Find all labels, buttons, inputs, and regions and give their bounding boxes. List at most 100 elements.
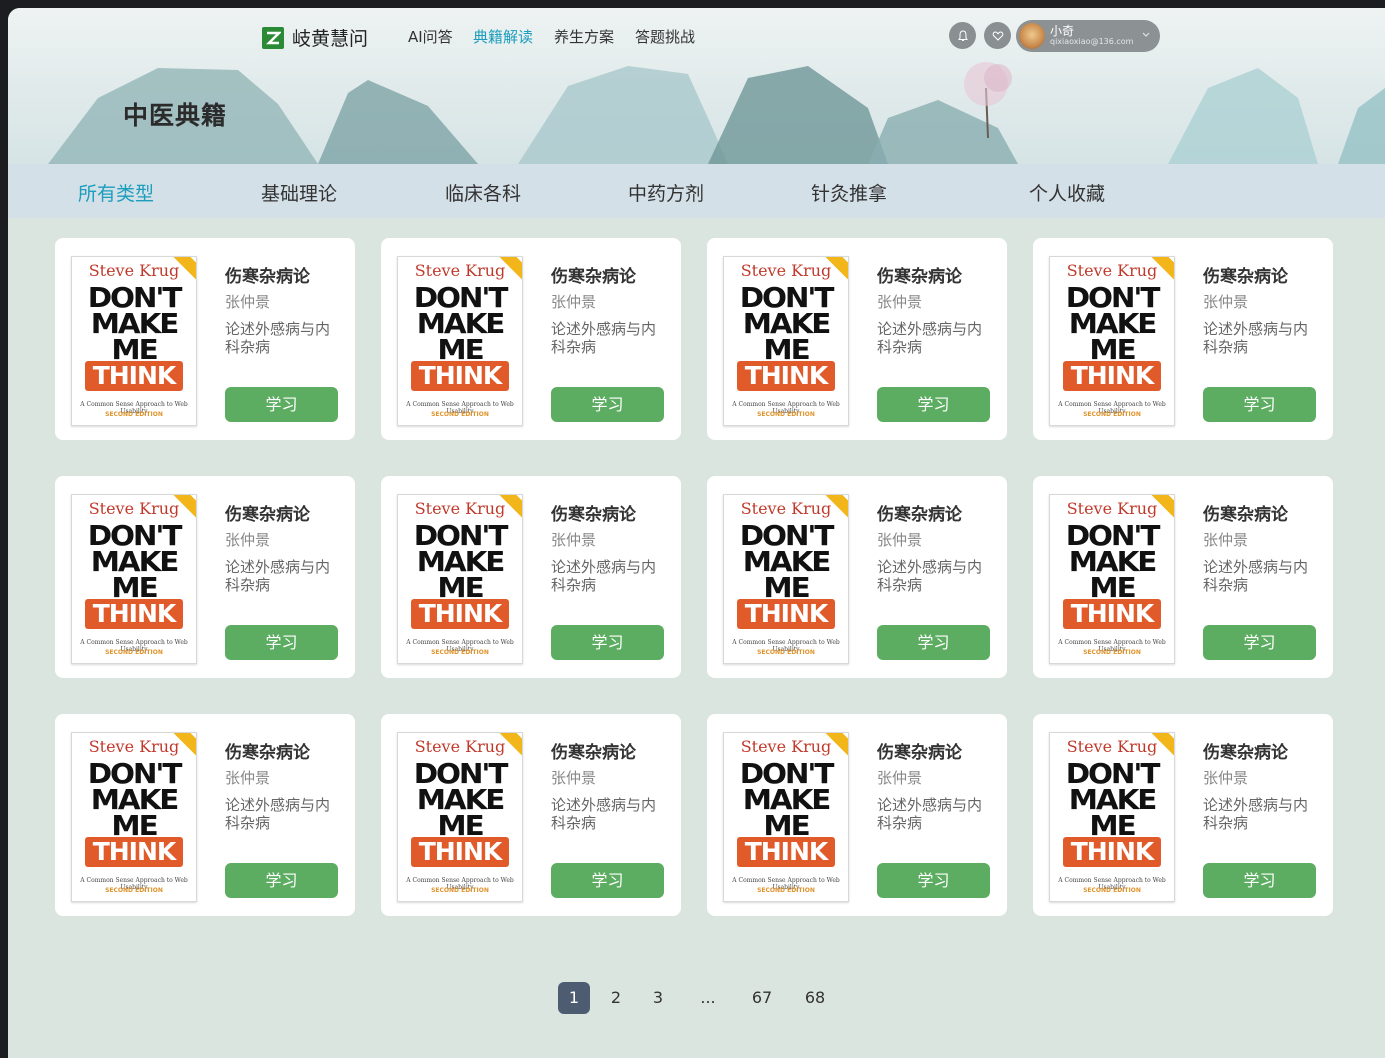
page-button[interactable]: 68: [801, 982, 829, 1014]
nav-item-health-plan[interactable]: 养生方案: [554, 26, 614, 47]
book-title: 伤寒杂病论: [551, 267, 636, 287]
cover-author: Steve Krug: [740, 499, 832, 518]
chevron-down-icon: [1142, 32, 1150, 37]
book-card[interactable]: Steve Krug DON'T MAKE ME THINK A Common …: [381, 714, 681, 916]
tab-herbal-formulas[interactable]: 中药方剂: [628, 179, 704, 206]
book-author: 张仲景: [551, 531, 597, 549]
book-card[interactable]: Steve Krug DON'T MAKE ME THINK A Common …: [1033, 714, 1333, 916]
book-cover[interactable]: Steve Krug DON'T MAKE ME THINK A Common …: [1049, 494, 1175, 664]
book-description: 论述外感病与内科杂病: [225, 320, 331, 356]
book-title: 伤寒杂病论: [877, 743, 962, 763]
study-button[interactable]: 学习: [1203, 863, 1316, 898]
book-card[interactable]: Steve Krug DON'T MAKE ME THINK A Common …: [381, 476, 681, 678]
cover-author: Steve Krug: [88, 499, 180, 518]
study-button[interactable]: 学习: [225, 863, 338, 898]
book-author: 张仲景: [225, 293, 271, 311]
avatar: [1019, 23, 1045, 49]
book-title: 伤寒杂病论: [551, 743, 636, 763]
book-author: 张仲景: [225, 531, 271, 549]
book-cover[interactable]: Steve Krug DON'T MAKE ME THINK A Common …: [1049, 732, 1175, 902]
study-button[interactable]: 学习: [551, 387, 664, 422]
book-card[interactable]: Steve Krug DON'T MAKE ME THINK A Common …: [707, 714, 1007, 916]
book-cover[interactable]: Steve Krug DON'T MAKE ME THINK A Common …: [723, 494, 849, 664]
pagination: 1 2 3 ... 67 68: [8, 982, 1385, 1014]
book-card[interactable]: Steve Krug DON'T MAKE ME THINK A Common …: [707, 238, 1007, 440]
cover-title-highlight: THINK: [411, 837, 509, 867]
study-button[interactable]: 学习: [1203, 387, 1316, 422]
book-author: 张仲景: [877, 769, 923, 787]
book-title: 伤寒杂病论: [225, 743, 310, 763]
book-card[interactable]: Steve Krug DON'T MAKE ME THINK A Common …: [1033, 238, 1333, 440]
nav-item-ai-qa[interactable]: AI问答: [408, 26, 453, 47]
book-card[interactable]: Steve Krug DON'T MAKE ME THINK A Common …: [381, 238, 681, 440]
book-cover[interactable]: Steve Krug DON'T MAKE ME THINK A Common …: [71, 732, 197, 902]
cover-title-highlight: THINK: [1063, 837, 1161, 867]
page-button[interactable]: 67: [748, 982, 776, 1014]
tab-favorites[interactable]: 个人收藏: [1029, 179, 1105, 206]
study-button[interactable]: 学习: [877, 387, 990, 422]
tab-all[interactable]: 所有类型: [78, 179, 154, 206]
cover-author: Steve Krug: [1066, 261, 1158, 280]
page-button[interactable]: 1: [558, 982, 590, 1014]
cover-title-highlight: THINK: [85, 599, 183, 629]
cover-edition: SECOND EDITION: [105, 649, 163, 656]
page-button[interactable]: 2: [604, 982, 628, 1014]
book-card[interactable]: Steve Krug DON'T MAKE ME THINK A Common …: [1033, 476, 1333, 678]
book-description: 论述外感病与内科杂病: [877, 796, 983, 832]
page-ellipsis[interactable]: ...: [696, 982, 720, 1014]
study-button[interactable]: 学习: [551, 863, 664, 898]
book-cover[interactable]: Steve Krug DON'T MAKE ME THINK A Common …: [71, 494, 197, 664]
cover-edition: SECOND EDITION: [1083, 649, 1141, 656]
cover-author: Steve Krug: [88, 261, 180, 280]
cover-title-highlight: THINK: [85, 837, 183, 867]
app-window: 岐黄慧问 AI问答 典籍解读 养生方案 答题挑战 小奇 qixiaoxiao@1…: [8, 8, 1385, 1058]
book-description: 论述外感病与内科杂病: [1203, 796, 1309, 832]
cover-author: Steve Krug: [740, 261, 832, 280]
book-cover[interactable]: Steve Krug DON'T MAKE ME THINK A Common …: [397, 732, 523, 902]
cover-author: Steve Krug: [414, 261, 506, 280]
cover-edition: SECOND EDITION: [431, 649, 489, 656]
book-card[interactable]: Steve Krug DON'T MAKE ME THINK A Common …: [707, 476, 1007, 678]
book-cover[interactable]: Steve Krug DON'T MAKE ME THINK A Common …: [723, 256, 849, 426]
user-menu[interactable]: 小奇 qixiaoxiao@136.com: [1016, 20, 1160, 52]
page-button[interactable]: 3: [646, 982, 670, 1014]
book-card[interactable]: Steve Krug DON'T MAKE ME THINK A Common …: [55, 238, 355, 440]
app-logo[interactable]: 岐黄慧问: [262, 24, 368, 51]
book-description: 论述外感病与内科杂病: [1203, 320, 1309, 356]
book-description: 论述外感病与内科杂病: [551, 558, 657, 594]
book-cover[interactable]: Steve Krug DON'T MAKE ME THINK A Common …: [397, 494, 523, 664]
tab-clinical[interactable]: 临床各科: [445, 179, 521, 206]
book-author: 张仲景: [1203, 769, 1249, 787]
book-description: 论述外感病与内科杂病: [877, 320, 983, 356]
book-cover[interactable]: Steve Krug DON'T MAKE ME THINK A Common …: [723, 732, 849, 902]
study-button[interactable]: 学习: [551, 625, 664, 660]
cover-edition: SECOND EDITION: [757, 649, 815, 656]
nav-item-classics[interactable]: 典籍解读: [473, 26, 533, 47]
cover-title-highlight: THINK: [1063, 599, 1161, 629]
logo-icon: [262, 26, 284, 49]
cover-title-highlight: THINK: [411, 599, 509, 629]
book-cover[interactable]: Steve Krug DON'T MAKE ME THINK A Common …: [1049, 256, 1175, 426]
cover-edition: SECOND EDITION: [431, 411, 489, 418]
study-button[interactable]: 学习: [877, 625, 990, 660]
tab-basic-theory[interactable]: 基础理论: [261, 179, 337, 206]
favorite-button[interactable]: [984, 22, 1011, 49]
book-cover[interactable]: Steve Krug DON'T MAKE ME THINK A Common …: [71, 256, 197, 426]
nav-item-quiz[interactable]: 答题挑战: [635, 26, 695, 47]
book-card[interactable]: Steve Krug DON'T MAKE ME THINK A Common …: [55, 476, 355, 678]
study-button[interactable]: 学习: [225, 625, 338, 660]
cover-author: Steve Krug: [740, 737, 832, 756]
cover-title-highlight: THINK: [411, 361, 509, 391]
study-button[interactable]: 学习: [225, 387, 338, 422]
book-description: 论述外感病与内科杂病: [1203, 558, 1309, 594]
study-button[interactable]: 学习: [1203, 625, 1316, 660]
book-description: 论述外感病与内科杂病: [225, 558, 331, 594]
tab-acupuncture[interactable]: 针灸推拿: [811, 179, 887, 206]
book-cover[interactable]: Steve Krug DON'T MAKE ME THINK A Common …: [397, 256, 523, 426]
cover-title-highlight: THINK: [85, 361, 183, 391]
category-tabs: 所有类型 基础理论 临床各科 中药方剂 针灸推拿 个人收藏: [8, 164, 1385, 218]
study-button[interactable]: 学习: [877, 863, 990, 898]
book-title: 伤寒杂病论: [877, 267, 962, 287]
bell-button[interactable]: [949, 22, 976, 49]
book-card[interactable]: Steve Krug DON'T MAKE ME THINK A Common …: [55, 714, 355, 916]
